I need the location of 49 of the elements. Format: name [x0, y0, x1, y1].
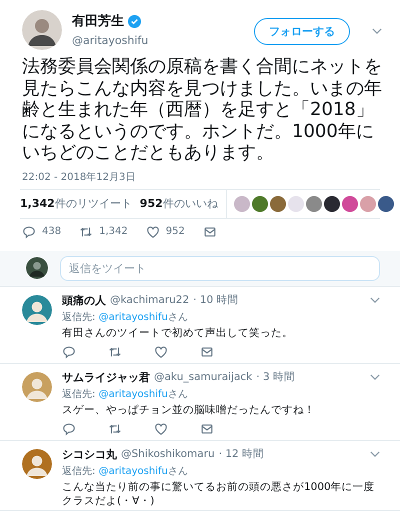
- user-name[interactable]: シコシコ丸: [62, 446, 117, 462]
- liker-avatar[interactable]: [324, 196, 340, 212]
- reply-time[interactable]: · 12 時間: [218, 447, 264, 461]
- retweet-count[interactable]: 1,342件のリツイート: [20, 196, 140, 211]
- reply-field[interactable]: 返信をツイート: [60, 256, 380, 280]
- reply-icon[interactable]: [62, 422, 76, 436]
- reply-time[interactable]: · 10 時間: [193, 293, 239, 307]
- reply-text: こんな当たり前の事に驚いてるお前の頭の悪さが1000年に一度クラスだよ(・∀・): [62, 480, 376, 508]
- retweet-action-count: 1,342: [99, 226, 128, 237]
- reply-icon[interactable]: [62, 344, 76, 358]
- user-handle[interactable]: @kachimaru22: [110, 294, 190, 306]
- like-count[interactable]: 952件のいいね: [140, 196, 226, 211]
- chevron-icon[interactable]: [372, 28, 382, 35]
- liker-avatar[interactable]: [378, 196, 394, 212]
- mention-link[interactable]: @aritayoshifu: [98, 388, 168, 400]
- chevron-icon[interactable]: [370, 296, 380, 304]
- retweet-icon[interactable]: [79, 224, 94, 238]
- mail-icon[interactable]: [202, 224, 217, 238]
- heart-icon[interactable]: [154, 422, 168, 436]
- reply-to-line: 返信先: @aritayoshifuさん: [62, 388, 189, 400]
- author-name[interactable]: 有田芳生: [72, 12, 124, 30]
- like-action-count: 952: [166, 226, 185, 237]
- reply-count: 438: [42, 226, 62, 237]
- chevron-icon[interactable]: [370, 374, 380, 380]
- author-handle[interactable]: @aritayoshifu: [72, 34, 244, 47]
- mail-icon[interactable]: [200, 422, 214, 436]
- reply-text: 有田さんのツイートで初めて声出して笑った。: [62, 326, 294, 340]
- user-name[interactable]: サムライジャッ君: [62, 370, 150, 384]
- reply-time[interactable]: · 3 時間: [256, 370, 295, 384]
- heart-icon[interactable]: [146, 224, 160, 238]
- reply-icon[interactable]: [22, 224, 36, 238]
- reply-text: スゲー、やっぱチョン並の脳味噌だったんですね！: [62, 402, 316, 416]
- avatar[interactable]: [22, 10, 62, 50]
- mention-link[interactable]: @aritayoshifu: [98, 312, 168, 322]
- mention-link[interactable]: @aritayoshifu: [98, 466, 168, 476]
- retweet-icon[interactable]: [108, 422, 122, 436]
- reply-to-line: 返信先: @aritayoshifuさん: [62, 464, 189, 478]
- reply-to-line: 返信先: @aritayoshifuさん: [62, 310, 189, 324]
- avatar[interactable]: [26, 257, 48, 279]
- user-handle[interactable]: @aku_samuraijack: [154, 371, 252, 383]
- retweet-icon[interactable]: [108, 344, 122, 358]
- chevron-icon[interactable]: [370, 450, 380, 458]
- follow-button[interactable]: フォローする: [254, 18, 350, 45]
- user-name[interactable]: 頭痛の人: [62, 292, 106, 308]
- timestamp[interactable]: 22:02 - 2018年12月3日: [0, 164, 400, 188]
- tweet-text: 法務委員会関係の原稿を書く合間にネットを見たらこんな内容を見つけました。いまの年齢と生まれた年（西暦）を足すと「2018」になるというのです。ホントだ。1000年にいちどのことだともあります。: [21, 55, 383, 164]
- user-handle[interactable]: @Shikoshikomaru: [121, 448, 215, 460]
- mail-icon[interactable]: [200, 344, 214, 358]
- heart-icon[interactable]: [154, 344, 168, 358]
